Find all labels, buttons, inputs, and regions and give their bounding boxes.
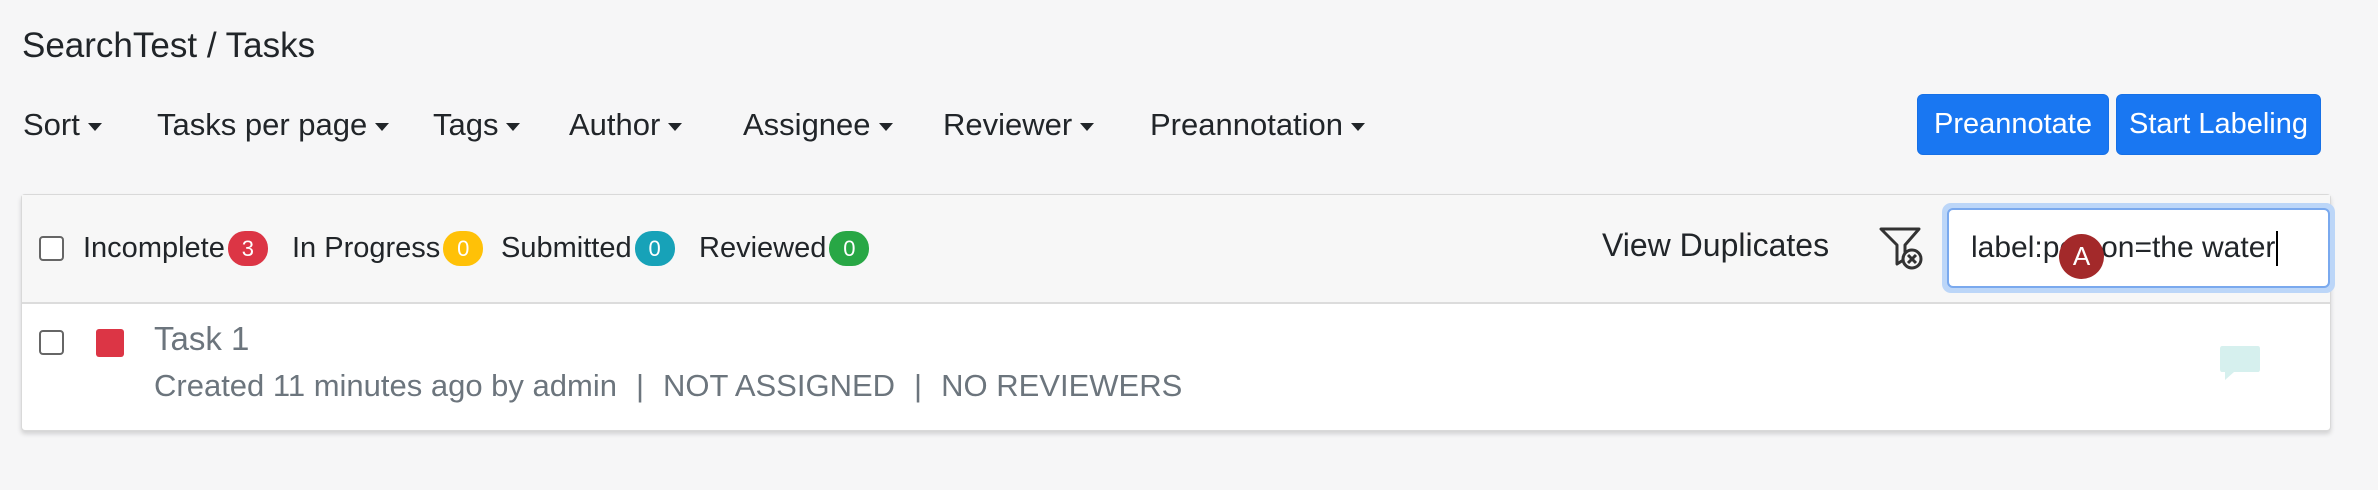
task-title[interactable]: Task 1	[154, 320, 249, 358]
breadcrumb: SearchTest / Tasks	[22, 26, 315, 66]
meta-separator: |	[914, 368, 923, 403]
tags-dropdown[interactable]: Tags	[433, 100, 521, 150]
status-count-badge: 0	[829, 231, 870, 266]
sort-dropdown-label: Sort	[23, 107, 80, 142]
clear-filter-icon[interactable]	[1877, 223, 1927, 273]
caret-down-icon	[375, 123, 390, 131]
caret-down-icon	[878, 123, 893, 131]
caret-down-icon	[87, 123, 102, 131]
caret-down-icon	[1351, 123, 1366, 131]
status-count-badge: 0	[443, 231, 484, 266]
breadcrumb-page: Tasks	[225, 26, 316, 65]
search-input-value: label:person=the water	[1971, 231, 2276, 264]
search-input-wrapper: label:person=the water	[1942, 203, 2335, 293]
author-dropdown-label: Author	[569, 107, 661, 142]
task-status-indicator	[96, 329, 124, 357]
caret-down-icon	[668, 123, 683, 131]
status-filter-reviewed[interactable]: Reviewed 0	[699, 231, 870, 266]
status-count-badge: 0	[634, 231, 675, 266]
breadcrumb-separator: /	[197, 26, 226, 65]
breadcrumb-project[interactable]: SearchTest	[22, 26, 197, 65]
view-duplicates-link[interactable]: View Duplicates	[1602, 227, 1829, 264]
status-filter-submitted[interactable]: Submitted 0	[501, 231, 675, 266]
meta-separator: |	[635, 368, 645, 403]
tasks-card-header: Incomplete 3 In Progress 0 Submitted 0 R…	[22, 195, 2335, 304]
assignee-dropdown[interactable]: Assignee	[743, 100, 893, 150]
status-filter-label: Incomplete	[83, 232, 225, 264]
status-filter-label: Reviewed	[699, 232, 827, 264]
tasks-per-page-dropdown[interactable]: Tasks per page	[157, 100, 390, 150]
status-filter-label: Submitted	[501, 232, 632, 264]
task-assignment: NOT ASSIGNED	[663, 368, 896, 403]
assignee-dropdown-label: Assignee	[743, 107, 871, 142]
sort-dropdown[interactable]: Sort	[23, 100, 102, 150]
start-labeling-button[interactable]: Start Labeling	[2116, 94, 2321, 155]
task-checkbox[interactable]	[39, 330, 64, 355]
select-all-checkbox[interactable]	[39, 236, 64, 261]
task-meta: Created 11 minutes ago by admin | NOT AS…	[154, 368, 1182, 404]
text-cursor	[2276, 230, 2279, 266]
preannotation-dropdown-label: Preannotation	[1150, 107, 1344, 142]
caret-down-icon	[1080, 123, 1095, 131]
status-filter-label: In Progress	[292, 232, 441, 264]
status-count-badge: 3	[227, 231, 268, 266]
preannotation-dropdown[interactable]: Preannotation	[1150, 100, 1366, 150]
comment-icon[interactable]	[2218, 343, 2262, 383]
tasks-per-page-dropdown-label: Tasks per page	[157, 107, 368, 142]
author-dropdown[interactable]: Author	[569, 100, 683, 150]
status-filter-in-progress[interactable]: In Progress 0	[292, 231, 484, 266]
reviewer-dropdown[interactable]: Reviewer	[943, 100, 1095, 150]
preannotate-button[interactable]: Preannotate	[1917, 94, 2109, 155]
reviewer-dropdown-label: Reviewer	[943, 107, 1073, 142]
search-input[interactable]: label:person=the water	[1947, 208, 2330, 288]
task-row[interactable]: Task 1 Created 11 minutes ago by admin |…	[22, 306, 2330, 432]
tasks-card: Incomplete 3 In Progress 0 Submitted 0 R…	[21, 194, 2335, 432]
tags-dropdown-label: Tags	[433, 107, 499, 142]
task-created: Created 11 minutes ago by admin	[154, 368, 617, 403]
status-filter-incomplete[interactable]: Incomplete 3	[83, 231, 268, 266]
author-avatar: A	[2059, 234, 2104, 279]
task-reviewers: NO REVIEWERS	[941, 368, 1183, 403]
caret-down-icon	[506, 123, 521, 131]
